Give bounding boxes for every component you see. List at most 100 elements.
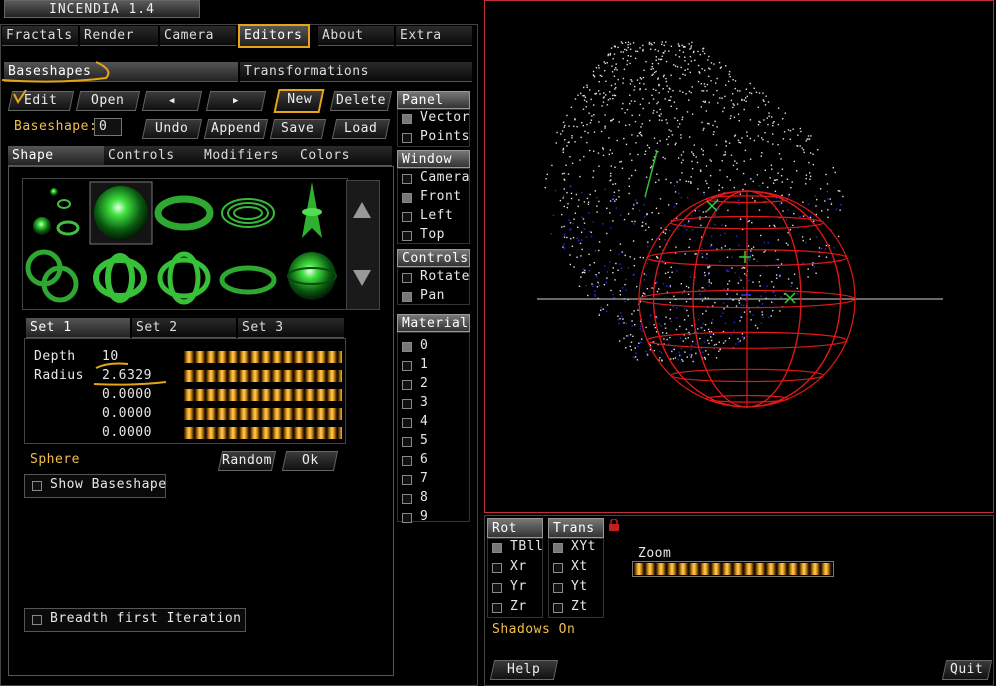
param-slider-depth[interactable] (184, 351, 342, 363)
rot-xr-checkbox[interactable] (492, 563, 502, 573)
trans-zt-checkbox[interactable] (553, 603, 563, 613)
menu-extra[interactable]: Extra (396, 26, 472, 46)
material-2-checkbox[interactable] (402, 380, 412, 390)
window-front-checkbox[interactable] (402, 193, 412, 203)
quit-button[interactable]: Quit (941, 660, 993, 680)
menu-editors[interactable]: Editors (238, 24, 310, 48)
breadth-first-checkbox[interactable] (32, 615, 42, 625)
panel-points-checkbox[interactable] (402, 133, 412, 143)
window-camera-label: Camera (420, 170, 470, 185)
breadth-first-label: Breadth first Iteration (50, 611, 242, 626)
trans-yt-checkbox[interactable] (553, 583, 563, 593)
material-header: Material (397, 314, 470, 332)
undo-button[interactable]: Undo (141, 119, 203, 139)
thumb-knot-1[interactable] (93, 253, 147, 303)
menu-render[interactable]: Render (80, 26, 158, 46)
new-button[interactable]: New (273, 89, 325, 113)
load-button[interactable]: Load (331, 119, 391, 139)
menu-fractals-label: Fractals (6, 28, 73, 43)
prev-button[interactable]: ◀ (141, 91, 203, 111)
zoom-label: Zoom (638, 546, 672, 561)
param-slider-5[interactable] (184, 427, 342, 439)
param-slider-3[interactable] (184, 389, 342, 401)
next-button[interactable]: ▶ (205, 91, 267, 111)
param-value-4[interactable]: 0.0000 (102, 406, 152, 421)
shadows-label[interactable]: Shadows On (492, 622, 575, 637)
material-8-label: 8 (420, 490, 429, 505)
rot-tbll-checkbox[interactable] (492, 543, 502, 553)
baseshape-index-field[interactable]: 0 (94, 118, 122, 136)
material-5-checkbox[interactable] (402, 437, 412, 447)
delete-button[interactable]: Delete (329, 91, 393, 111)
menu-camera[interactable]: Camera (160, 26, 236, 46)
thumb-mixed[interactable] (33, 188, 80, 236)
thumb-torus[interactable] (154, 195, 214, 231)
material-6-checkbox[interactable] (402, 456, 412, 466)
tab-set-2[interactable]: Set 2 (132, 318, 236, 338)
point-cloud (544, 41, 844, 363)
trans-xyt-checkbox[interactable] (553, 543, 563, 553)
rot-zr-checkbox[interactable] (492, 603, 502, 613)
material-1-label: 1 (420, 357, 429, 372)
window-top-checkbox[interactable] (402, 231, 412, 241)
lock-icon[interactable] (608, 519, 620, 531)
material-1-checkbox[interactable] (402, 361, 412, 371)
window-left-label: Left (420, 208, 454, 223)
menu-render-label: Render (84, 28, 134, 43)
thumb-shell[interactable] (287, 252, 337, 300)
param-slider-radius[interactable] (184, 370, 342, 382)
ok-button[interactable]: Ok (281, 451, 339, 471)
material-0-checkbox[interactable] (402, 342, 412, 352)
scroll-up-icon[interactable] (352, 200, 372, 220)
tab-colors[interactable]: Colors (296, 146, 392, 166)
param-value-5[interactable]: 0.0000 (102, 425, 152, 440)
help-button[interactable]: Help (489, 660, 559, 680)
rot-header[interactable]: Rot (487, 518, 543, 538)
zoom-slider[interactable] (634, 563, 832, 575)
menu-fractals[interactable]: Fractals (2, 26, 78, 46)
controls-pan-checkbox[interactable] (402, 292, 412, 302)
rot-yr-checkbox[interactable] (492, 583, 502, 593)
trans-xt-checkbox[interactable] (553, 563, 563, 573)
menu-about[interactable]: About (318, 26, 394, 46)
window-front-label: Front (420, 189, 462, 204)
render-viewport[interactable] (484, 0, 994, 513)
annotation-check (13, 89, 27, 104)
tab-set-3-label: Set 3 (242, 320, 284, 335)
controls-rotate-checkbox[interactable] (402, 273, 412, 283)
trans-header[interactable]: Trans (548, 518, 604, 538)
param-value-3[interactable]: 0.0000 (102, 387, 152, 402)
trans-zt-label: Zt (571, 599, 588, 614)
material-3-checkbox[interactable] (402, 399, 412, 409)
window-camera-checkbox[interactable] (402, 174, 412, 184)
material-4-checkbox[interactable] (402, 418, 412, 428)
tab-shape[interactable]: Shape (8, 146, 104, 166)
thumb-trefoil[interactable] (25, 249, 79, 303)
axis-markers (644, 150, 796, 304)
thumb-coil-torus[interactable] (221, 198, 275, 228)
tab-transformations[interactable]: Transformations (240, 62, 472, 82)
append-button[interactable]: Append (203, 119, 269, 139)
thumb-flat-torus[interactable] (219, 265, 277, 295)
open-button[interactable]: Open (75, 91, 141, 111)
param-slider-4[interactable] (184, 408, 342, 420)
material-5-label: 5 (420, 433, 429, 448)
scroll-down-icon[interactable] (352, 268, 372, 288)
tab-set-1[interactable]: Set 1 (26, 318, 130, 338)
tab-set-3[interactable]: Set 3 (238, 318, 344, 338)
window-left-checkbox[interactable] (402, 212, 412, 222)
panel-vector-checkbox[interactable] (402, 114, 412, 124)
material-9-label: 9 (420, 509, 429, 524)
show-baseshape-checkbox[interactable] (32, 481, 42, 491)
thumb-knot-2[interactable] (157, 251, 211, 305)
random-button[interactable]: Random (217, 451, 277, 471)
material-9-checkbox[interactable] (402, 513, 412, 523)
material-7-checkbox[interactable] (402, 475, 412, 485)
thumb-spike[interactable] (302, 182, 322, 238)
material-8-checkbox[interactable] (402, 494, 412, 504)
panel-header: Panel (397, 91, 470, 109)
thumb-sphere-selected[interactable] (89, 181, 153, 245)
save-button[interactable]: Save (269, 119, 327, 139)
tab-modifiers[interactable]: Modifiers (200, 146, 296, 166)
tab-controls[interactable]: Controls (104, 146, 200, 166)
